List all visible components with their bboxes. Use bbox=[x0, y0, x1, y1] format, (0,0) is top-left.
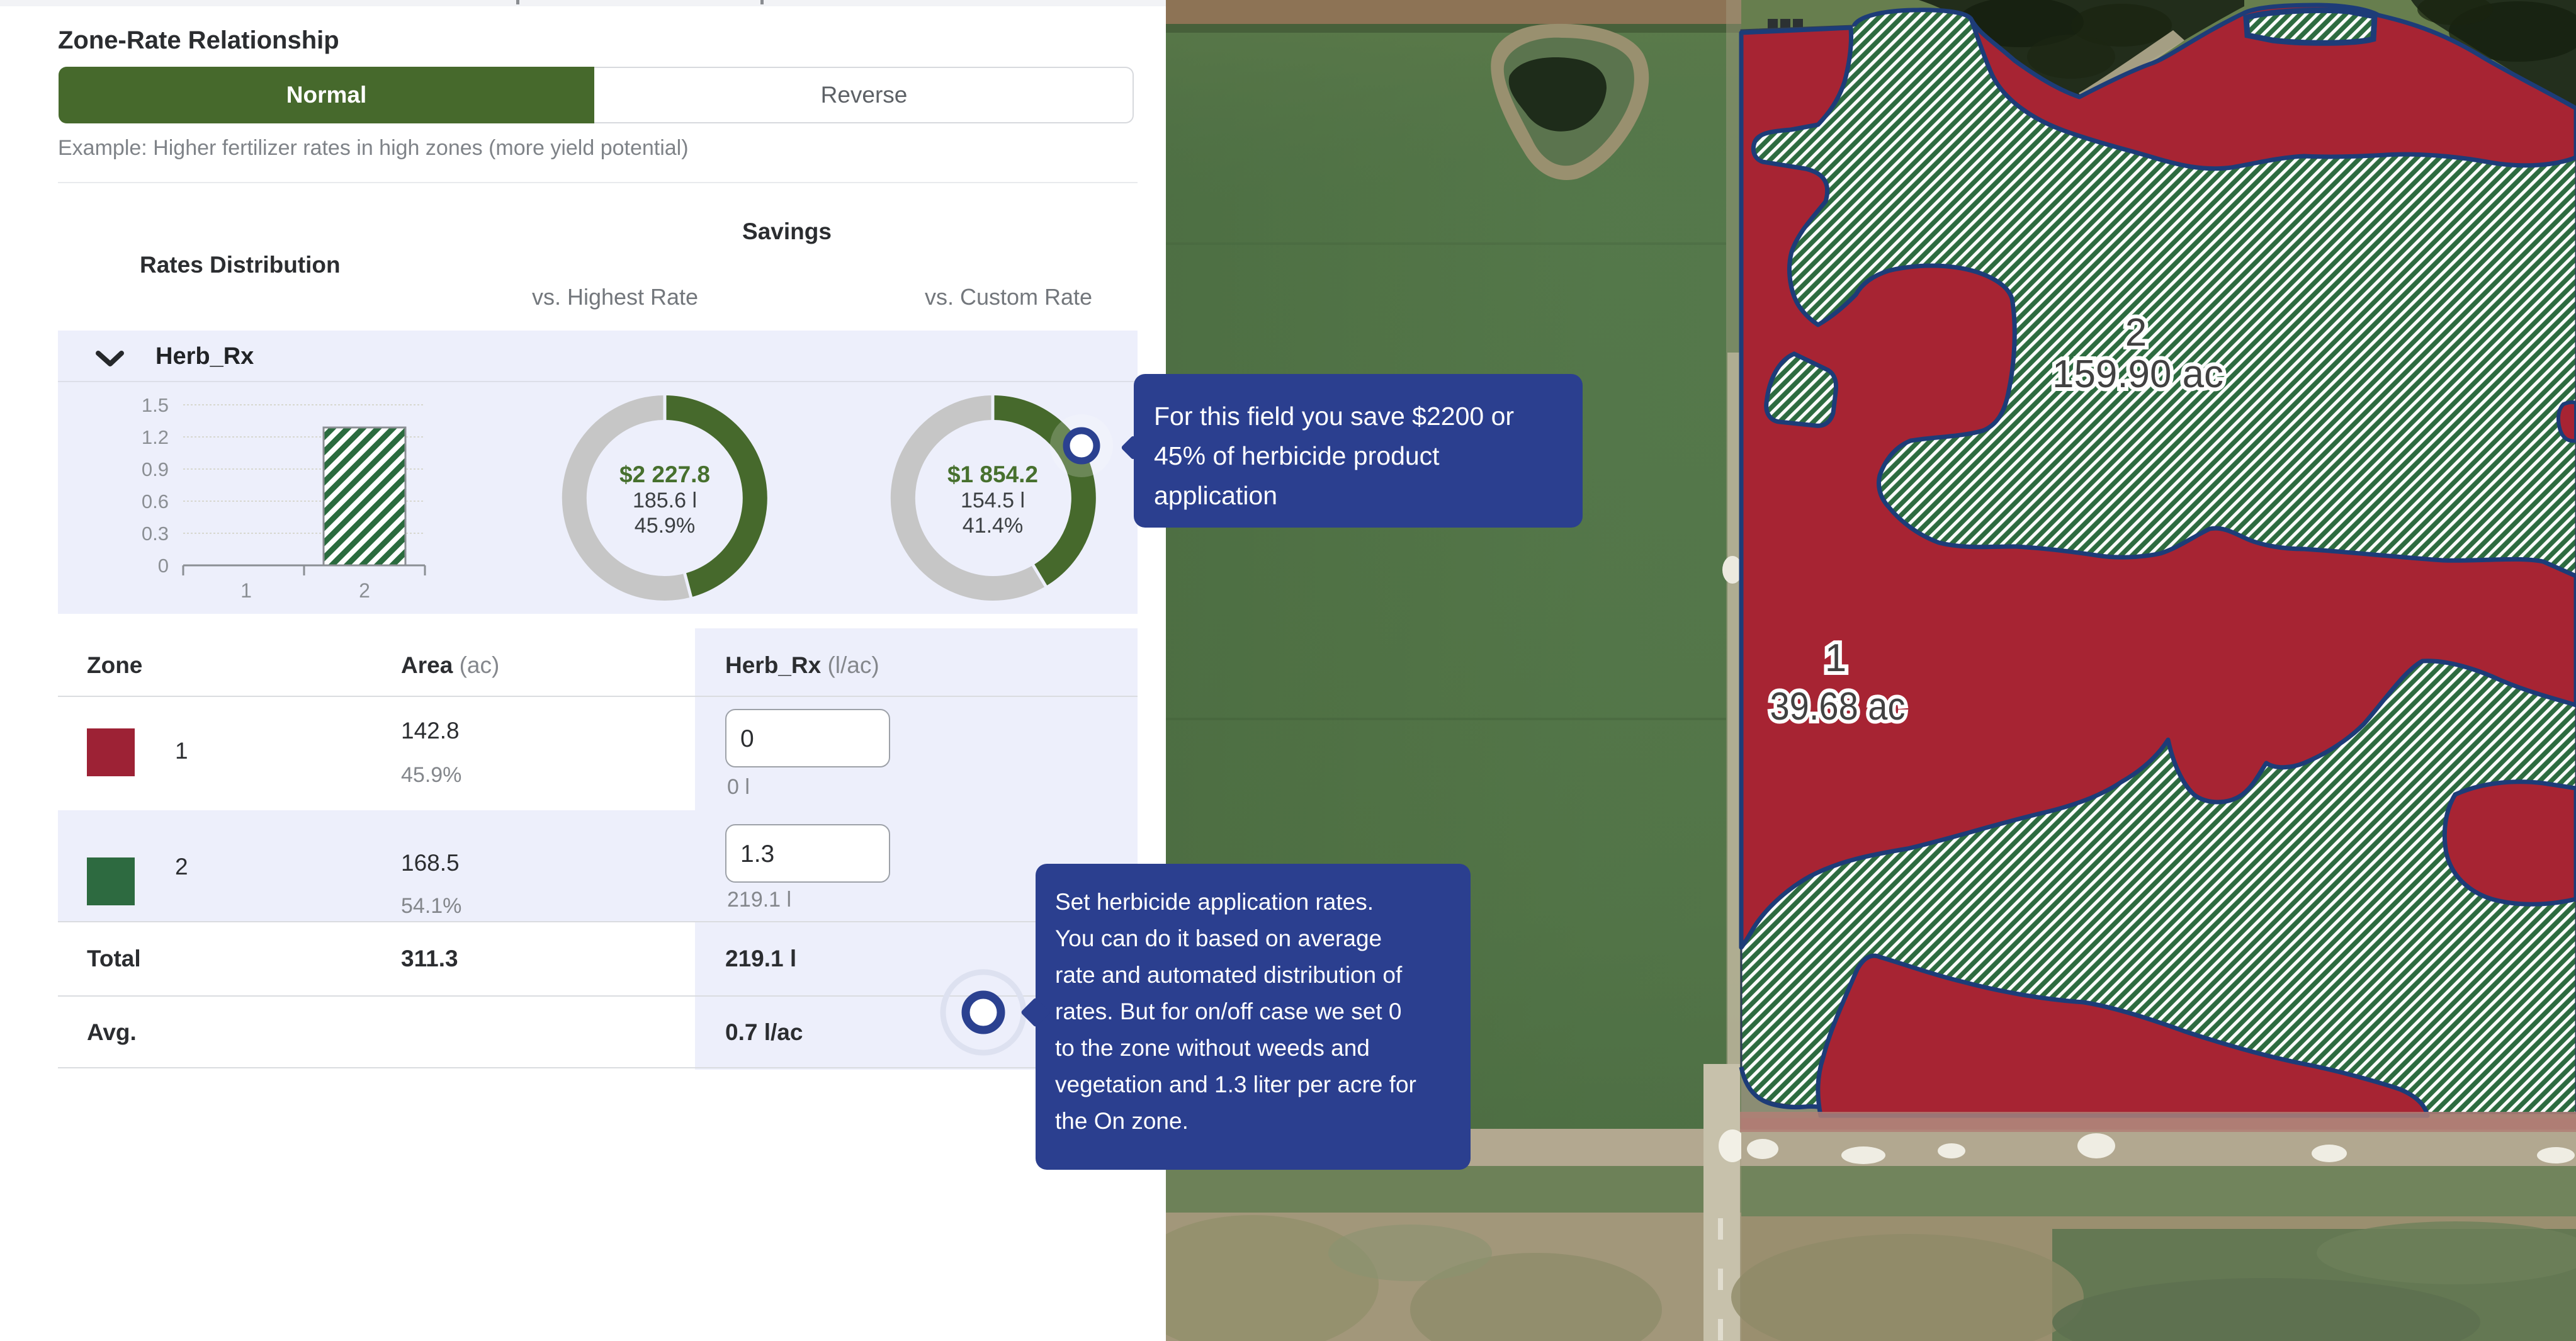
svg-text:0: 0 bbox=[158, 555, 169, 577]
svg-text:185.6 l: 185.6 l bbox=[633, 489, 697, 512]
svg-text:$1 854.2: $1 854.2 bbox=[947, 461, 1038, 487]
svg-text:39.68 ac: 39.68 ac bbox=[1770, 685, 1906, 728]
svg-text:154.5 l: 154.5 l bbox=[961, 489, 1025, 512]
svg-text:41.4%: 41.4% bbox=[963, 514, 1023, 538]
svg-text:45.9%: 45.9% bbox=[635, 514, 695, 538]
svg-text:2: 2 bbox=[2125, 311, 2147, 354]
svg-text:0.9: 0.9 bbox=[142, 458, 169, 480]
svg-text:0.6: 0.6 bbox=[142, 490, 169, 512]
svg-text:1: 1 bbox=[1825, 637, 1846, 680]
svg-text:1.2: 1.2 bbox=[142, 426, 169, 448]
svg-text:159.90 ac: 159.90 ac bbox=[2052, 353, 2223, 396]
svg-text:2: 2 bbox=[359, 579, 370, 602]
svg-text:0.3: 0.3 bbox=[142, 523, 169, 545]
svg-text:1.5: 1.5 bbox=[142, 394, 169, 416]
svg-text:$2 227.8: $2 227.8 bbox=[619, 461, 710, 487]
svg-text:1: 1 bbox=[240, 579, 252, 602]
